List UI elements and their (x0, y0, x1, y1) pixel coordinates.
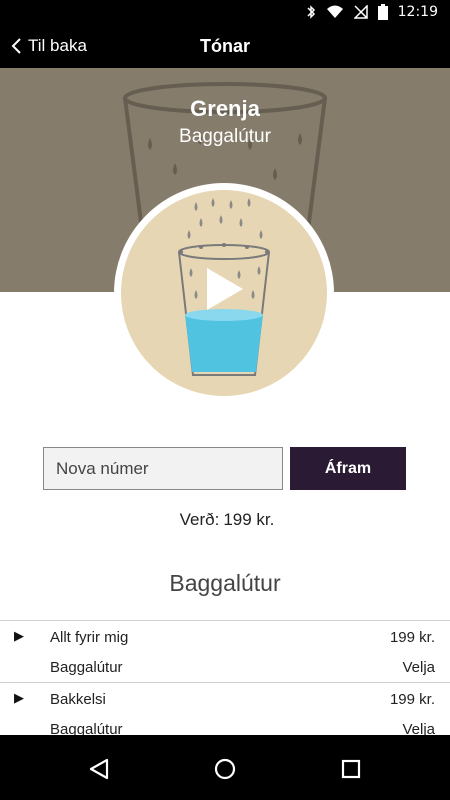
wifi-icon (326, 5, 343, 18)
select-button[interactable]: Velja (402, 659, 435, 676)
phone-number-input[interactable] (43, 447, 283, 490)
song-price: 199 kr. (389, 629, 435, 646)
song-price: 199 kr. (389, 691, 435, 708)
signal-icon (353, 5, 368, 19)
section-title: Baggalútur (169, 570, 281, 596)
status-icons: 12:19 (306, 4, 438, 20)
price-label: Verð: (179, 510, 220, 529)
song-name: Bakkelsi (50, 691, 106, 708)
song-name: Allt fyrir mig (50, 629, 129, 646)
bluetooth-icon (307, 5, 315, 19)
continue-button[interactable]: Áfram (290, 447, 406, 490)
nav-home-icon[interactable] (205, 749, 245, 789)
battery-icon (377, 4, 388, 20)
play-icon[interactable] (205, 266, 245, 312)
back-button[interactable]: Til baka (10, 36, 87, 56)
play-icon[interactable]: ▶ (14, 690, 24, 706)
status-bar: 12:19 (0, 0, 450, 27)
song-list: ▶ Allt fyrir mig 199 kr. Baggalútur Velj… (0, 620, 450, 744)
play-icon[interactable]: ▶ (14, 628, 24, 644)
song-title: Grenja (190, 96, 260, 121)
back-chevron-icon (11, 38, 21, 54)
status-time: 12:19 (397, 4, 438, 20)
nav-back-icon[interactable] (79, 749, 119, 789)
price-value: 199 kr. (223, 510, 275, 529)
song-artist: Baggalútur (50, 659, 123, 676)
nav-recents-icon[interactable] (331, 749, 371, 789)
list-item[interactable]: ▶ Allt fyrir mig 199 kr. Baggalútur Velj… (0, 620, 450, 682)
navigation-bar (0, 735, 450, 800)
price-line: Verð: 199 kr. (0, 510, 450, 530)
artist-name: Baggalútur (179, 126, 271, 147)
back-label: Til baka (28, 36, 87, 55)
app-bar: Til baka Tónar (0, 27, 450, 68)
